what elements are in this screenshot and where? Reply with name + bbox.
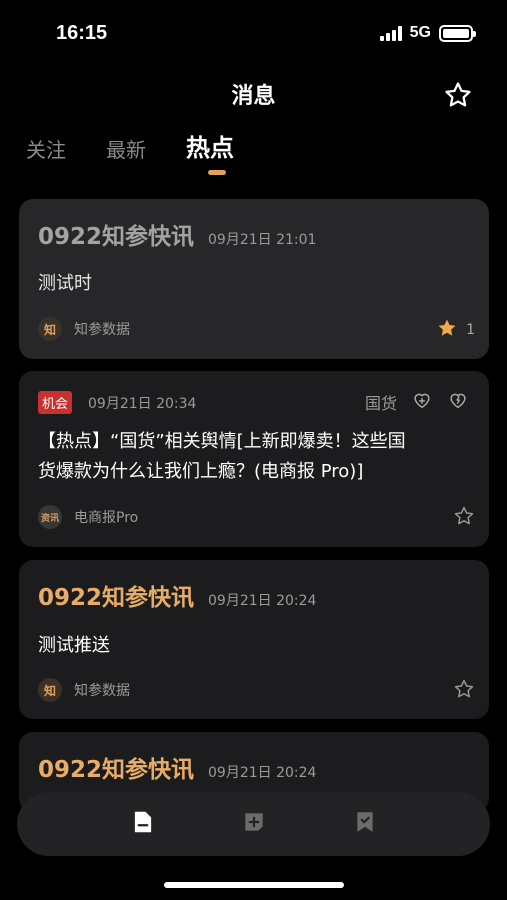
tab-hot[interactable]: 热点: [186, 128, 234, 163]
category-label: 国货: [364, 394, 397, 413]
card-body: 测试推送: [38, 635, 110, 656]
signal-icon: [379, 25, 402, 41]
tab-following[interactable]: 关注: [26, 134, 66, 163]
card-title: 0922知参快讯: [38, 224, 195, 250]
dislike-icon[interactable]: [447, 389, 469, 415]
active-tab-indicator: [208, 170, 226, 175]
opportunity-tag: 机会: [38, 391, 73, 414]
favorite-count: 1: [466, 322, 475, 338]
page-title: 消息: [231, 84, 276, 109]
list-item[interactable]: 机会 09月21日 20:34 国货 【热点】“国货”相关舆情[上新即爆卖！这些…: [19, 371, 489, 547]
document-icon: [130, 809, 156, 839]
source-logo: 知: [38, 678, 62, 702]
status-bar: 16:15 5G: [0, 0, 507, 60]
card-title: 0922知参快讯: [38, 757, 195, 783]
card-body: 【热点】“国货”相关舆情[上新即爆卖！这些国 货爆款为什么让我们上瘾？(电商报 …: [38, 431, 406, 482]
favorite-button[interactable]: [453, 505, 475, 531]
status-indicators: 5G: [379, 24, 476, 42]
favorite-button[interactable]: 1: [436, 317, 475, 343]
card-time: 09月21日 20:24: [208, 765, 317, 781]
list-item[interactable]: 0922知参快讯 09月21日 20:24 测试推送 知 知参数据: [19, 560, 489, 719]
star-outline-icon[interactable]: [443, 80, 473, 110]
nav-document[interactable]: [128, 809, 158, 839]
bookmark-icon: [352, 809, 378, 839]
card-time: 09月21日 20:24: [208, 593, 317, 609]
source-logo: 资讯: [38, 505, 62, 529]
tab-latest[interactable]: 最新: [106, 134, 146, 163]
add-note-icon: [241, 809, 267, 839]
network-label: 5G: [409, 24, 431, 41]
star-outline-icon: [453, 505, 475, 531]
star-outline-icon: [453, 678, 475, 704]
card-time: 09月21日 20:34: [88, 395, 197, 412]
tab-bar: 关注 最新 热点: [26, 128, 234, 163]
list-item[interactable]: 0922知参快讯 09月21日 21:01 测试时 知 知参数据 1: [19, 199, 489, 359]
status-time: 16:15: [56, 22, 108, 44]
source-logo: 知: [38, 317, 62, 341]
source-name: 电商报Pro: [74, 510, 139, 526]
nav-add[interactable]: [239, 809, 269, 839]
bottom-nav: [17, 792, 490, 856]
source-name: 知参数据: [74, 322, 130, 338]
card-time: 09月21日 21:01: [208, 232, 317, 248]
source-name: 知参数据: [74, 683, 130, 699]
favorite-button[interactable]: [453, 678, 475, 704]
battery-icon: [439, 24, 476, 42]
nav-bookmark[interactable]: [350, 809, 380, 839]
home-indicator[interactable]: [164, 882, 344, 888]
card-body: 测试时: [38, 273, 92, 294]
star-filled-icon: [436, 317, 458, 343]
card-title: 0922知参快讯: [38, 585, 195, 611]
like-icon[interactable]: [411, 389, 433, 415]
